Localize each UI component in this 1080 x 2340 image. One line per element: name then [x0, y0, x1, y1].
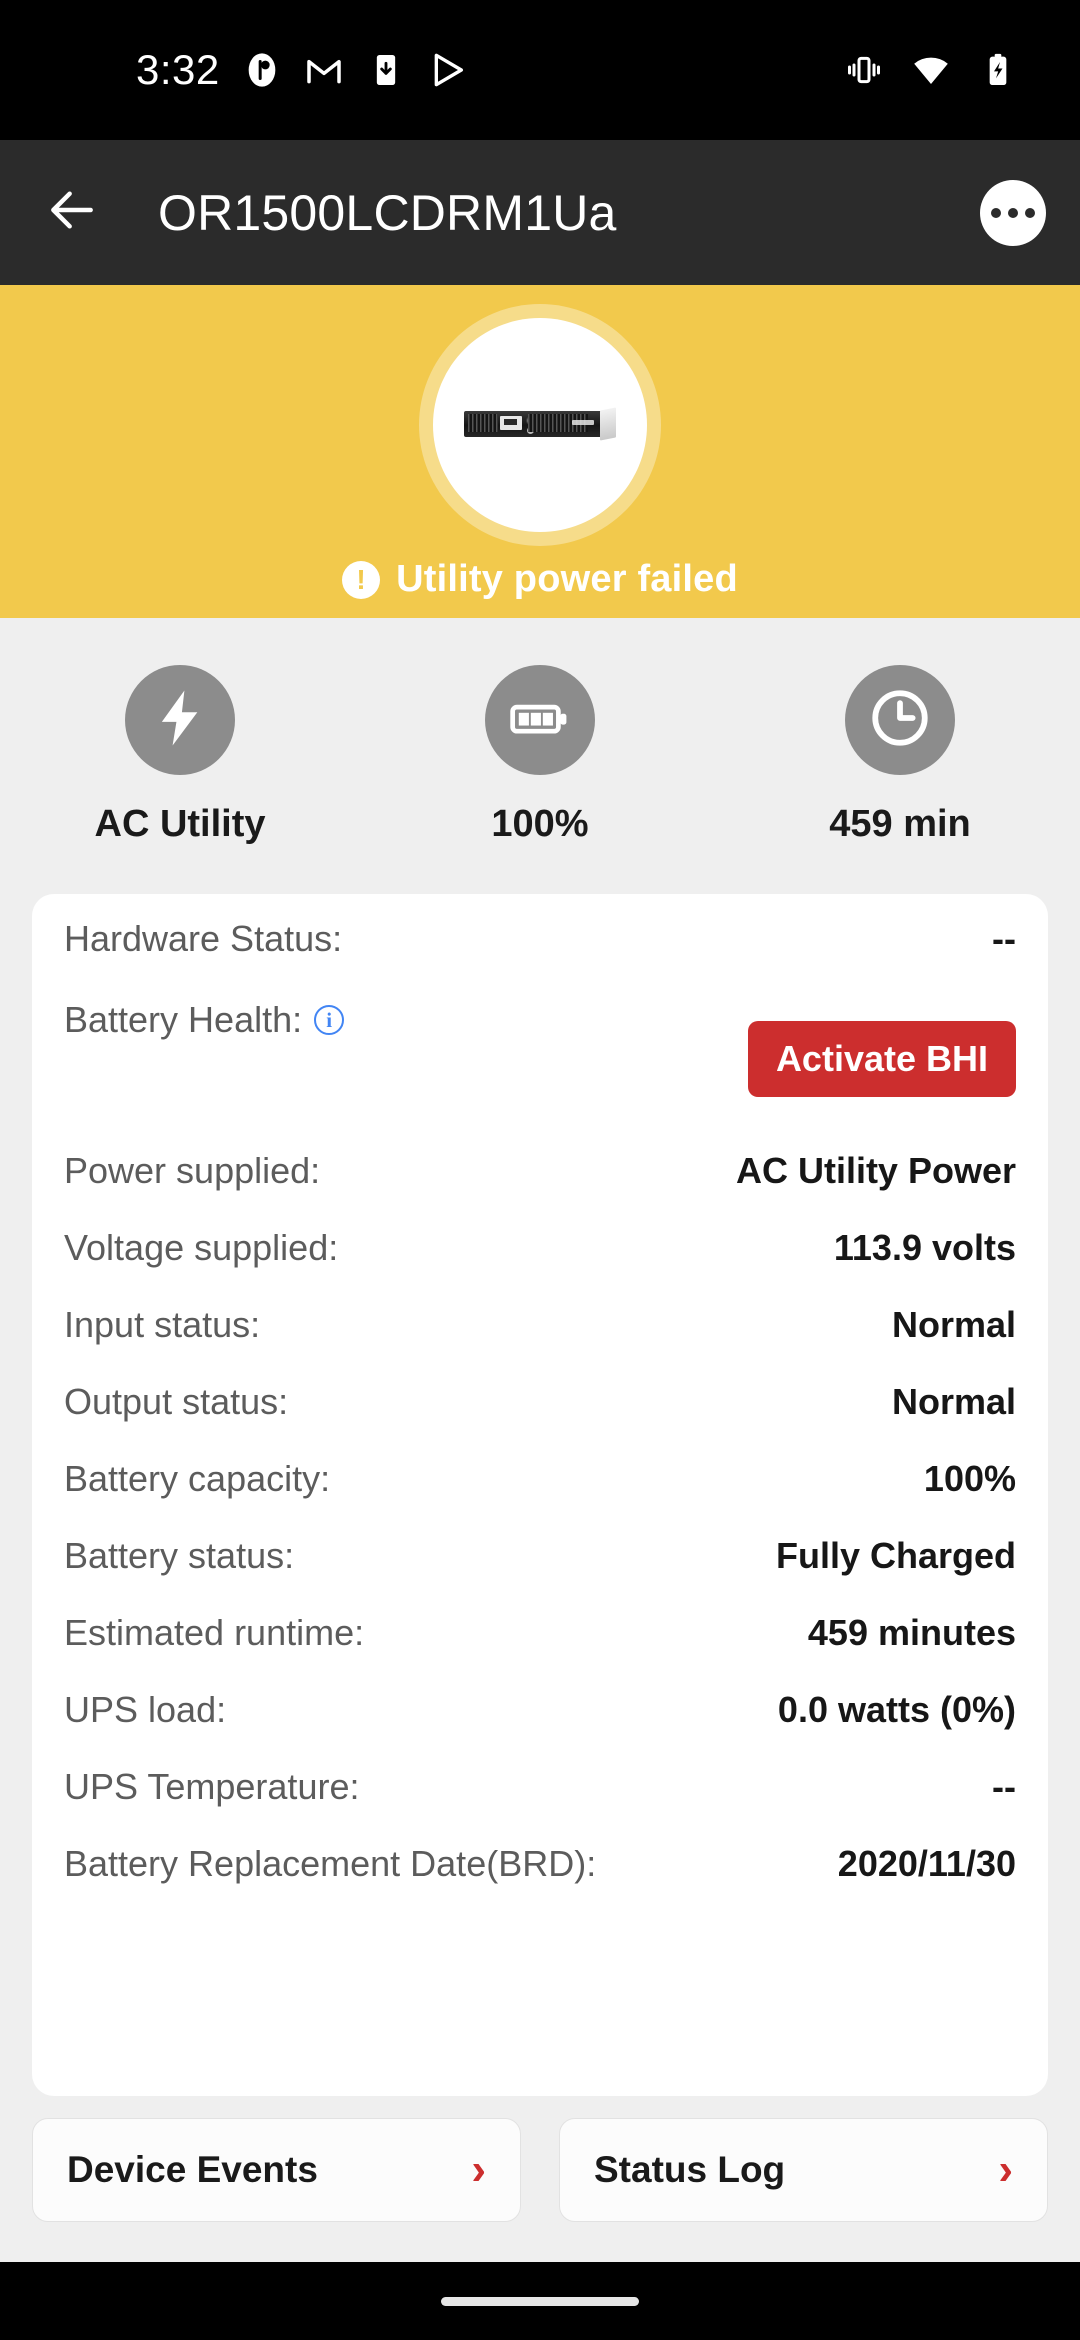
detail-row-ups-temperature: UPS Temperature: --: [64, 1766, 1016, 1843]
detail-row-output-status: Output status: Normal: [64, 1381, 1016, 1458]
metric-badge: [125, 665, 235, 775]
detail-row-battery-health: Battery Health: i Activate BHI: [64, 995, 1016, 1150]
page-title: OR1500LCDRM1Ua: [158, 184, 617, 241]
row-label: UPS load:: [64, 1689, 227, 1730]
battery-charging-icon: [978, 50, 1018, 90]
ups-rackmount-device-image: [464, 407, 616, 442]
gmail-icon: [304, 50, 344, 90]
status-bar-clock: 3:32: [136, 46, 220, 93]
back-arrow-icon: [44, 182, 100, 243]
status-bar-right: [844, 49, 1018, 91]
detail-row-battery-status: Battery status: Fully Charged: [64, 1535, 1016, 1612]
contacts-icon: [242, 50, 282, 90]
row-value: 0.0 watts (0%): [777, 1689, 1016, 1730]
row-value: Normal: [891, 1304, 1016, 1345]
row-label: Estimated runtime:: [64, 1612, 365, 1653]
row-label: Voltage supplied:: [64, 1227, 339, 1268]
overflow-menu-button[interactable]: [980, 179, 1046, 246]
action-label: Status Log: [594, 2149, 786, 2190]
system-navigation-bar: [0, 2262, 1080, 2340]
row-value: 2020/11/30: [837, 1843, 1016, 1884]
action-label: Device Events: [67, 2149, 318, 2190]
overflow-dot: [1025, 207, 1035, 218]
lightning-bolt-icon: [147, 685, 213, 756]
detail-row-voltage-supplied: Voltage supplied: 113.9 volts: [64, 1227, 1016, 1304]
metric-label: 459 min: [829, 803, 971, 845]
row-value: 100%: [923, 1458, 1016, 1499]
overflow-dot: [1008, 207, 1018, 218]
row-value: --: [992, 1766, 1016, 1807]
battery-full-icon: [507, 685, 573, 756]
vibrate-icon: [844, 50, 884, 90]
device-status-hero: ! Utility power failed: [0, 285, 1080, 618]
detail-row-hardware-status: Hardware Status: --: [64, 894, 1016, 995]
clock-icon: [867, 685, 933, 756]
metrics-row: AC Utility 100% 459 min: [0, 618, 1080, 878]
device-details-card: Hardware Status: -- Battery Health: i Ac…: [32, 894, 1048, 2096]
detail-row-power-supplied: Power supplied: AC Utility Power: [64, 1150, 1016, 1227]
row-label: Battery Health:: [64, 999, 303, 1040]
row-value: 113.9 volts: [833, 1227, 1016, 1268]
row-value: AC Utility Power: [735, 1150, 1016, 1191]
detail-row-battery-capacity: Battery capacity: 100%: [64, 1458, 1016, 1535]
hero-status-banner: ! Utility power failed: [342, 558, 738, 601]
metric-battery-capacity[interactable]: 100%: [360, 665, 720, 846]
home-gesture-pill[interactable]: [441, 2296, 639, 2306]
row-label: UPS Temperature:: [64, 1766, 360, 1807]
detail-row-estimated-runtime: Estimated runtime: 459 minutes: [64, 1612, 1016, 1689]
metric-ac-utility[interactable]: AC Utility: [0, 665, 360, 846]
battery-health-label-group: Battery Health: i: [64, 999, 345, 1041]
row-label: Battery capacity:: [64, 1458, 331, 1499]
device-events-button[interactable]: Device Events ›: [32, 2118, 521, 2222]
row-value: Normal: [891, 1381, 1016, 1422]
status-log-button[interactable]: Status Log ›: [559, 2118, 1048, 2222]
phone-screen: 3:32 OR1500LCDRM1Ua ! Utility power fail…: [0, 0, 1080, 2340]
row-value: Fully Charged: [775, 1535, 1016, 1576]
info-icon[interactable]: i: [314, 1005, 345, 1035]
detail-row-input-status: Input status: Normal: [64, 1304, 1016, 1381]
row-value: 459 minutes: [807, 1612, 1016, 1653]
exclamation-circle-icon: !: [342, 560, 381, 599]
row-label: Battery Replacement Date(BRD):: [64, 1843, 597, 1884]
activate-bhi-button[interactable]: Activate BHI: [747, 1021, 1016, 1097]
play-store-icon: [428, 50, 468, 90]
row-value: --: [992, 918, 1016, 959]
wifi-icon: [910, 49, 952, 91]
app-download-icon: [366, 50, 406, 90]
app-bar: OR1500LCDRM1Ua: [0, 140, 1080, 285]
system-status-bar: 3:32: [0, 0, 1080, 140]
metric-estimated-runtime[interactable]: 459 min: [720, 665, 1080, 846]
detail-row-battery-replacement-date: Battery Replacement Date(BRD): 2020/11/3…: [64, 1843, 1016, 1920]
metric-badge: [485, 665, 595, 775]
row-label: Output status:: [64, 1381, 289, 1422]
row-label: Power supplied:: [64, 1150, 321, 1191]
detail-row-ups-load: UPS load: 0.0 watts (0%): [64, 1689, 1016, 1766]
bottom-actions-row: Device Events › Status Log ›: [0, 2096, 1080, 2262]
overflow-dot: [991, 207, 1001, 218]
row-label: Hardware Status:: [64, 918, 343, 959]
chevron-right-icon: ›: [471, 2145, 486, 2194]
back-button[interactable]: [34, 175, 110, 251]
row-label: Battery status:: [64, 1535, 295, 1576]
metric-badge: [845, 665, 955, 775]
metric-label: 100%: [491, 803, 589, 845]
metric-label: AC Utility: [94, 803, 266, 845]
device-image-circle: [433, 318, 647, 532]
row-label: Input status:: [64, 1304, 261, 1345]
hero-status-text: Utility power failed: [396, 558, 738, 600]
chevron-right-icon: ›: [998, 2145, 1013, 2194]
status-bar-left: 3:32: [136, 46, 468, 94]
